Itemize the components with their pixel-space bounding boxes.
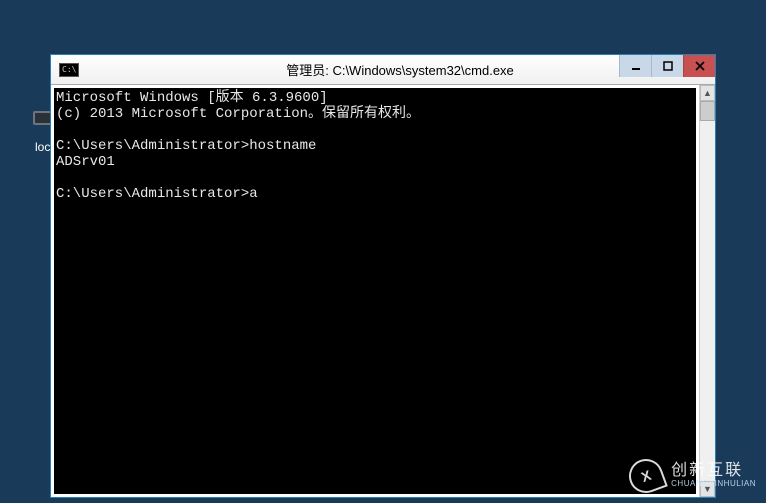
maximize-button[interactable] xyxy=(651,55,683,77)
scroll-up-arrow[interactable]: ▲ xyxy=(700,85,715,101)
console-line: C:\Users\Administrator>hostname xyxy=(56,138,316,154)
watermark-logo-icon: X xyxy=(624,454,668,498)
console-output[interactable]: Microsoft Windows [版本 6.3.9600] (c) 2013… xyxy=(54,88,696,494)
watermark: X 创新互联 CHUANGXINHULIAN xyxy=(629,459,756,493)
watermark-brand-pinyin: CHUANGXINHULIAN xyxy=(671,480,756,488)
vertical-scrollbar[interactable]: ▲ ▼ xyxy=(699,85,715,497)
titlebar[interactable]: C:\ 管理员: C:\Windows\system32\cmd.exe xyxy=(51,55,715,85)
window-client-area: Microsoft Windows [版本 6.3.9600] (c) 2013… xyxy=(51,85,715,497)
close-button[interactable] xyxy=(683,55,715,77)
console-line: Microsoft Windows [版本 6.3.9600] xyxy=(56,90,328,106)
watermark-brand-zh: 创新互联 xyxy=(671,463,756,480)
scroll-track[interactable] xyxy=(700,121,715,481)
console-line: ADSrv01 xyxy=(56,154,115,170)
window-buttons xyxy=(619,55,715,77)
minimize-button[interactable] xyxy=(619,55,651,77)
scroll-thumb[interactable] xyxy=(700,101,715,121)
cmd-window: C:\ 管理员: C:\Windows\system32\cmd.exe Mic… xyxy=(51,55,715,497)
console-line: C:\Users\Administrator>a xyxy=(56,186,258,202)
cmd-app-icon: C:\ xyxy=(59,63,79,77)
console-line: (c) 2013 Microsoft Corporation。保留所有权利。 xyxy=(56,106,420,122)
